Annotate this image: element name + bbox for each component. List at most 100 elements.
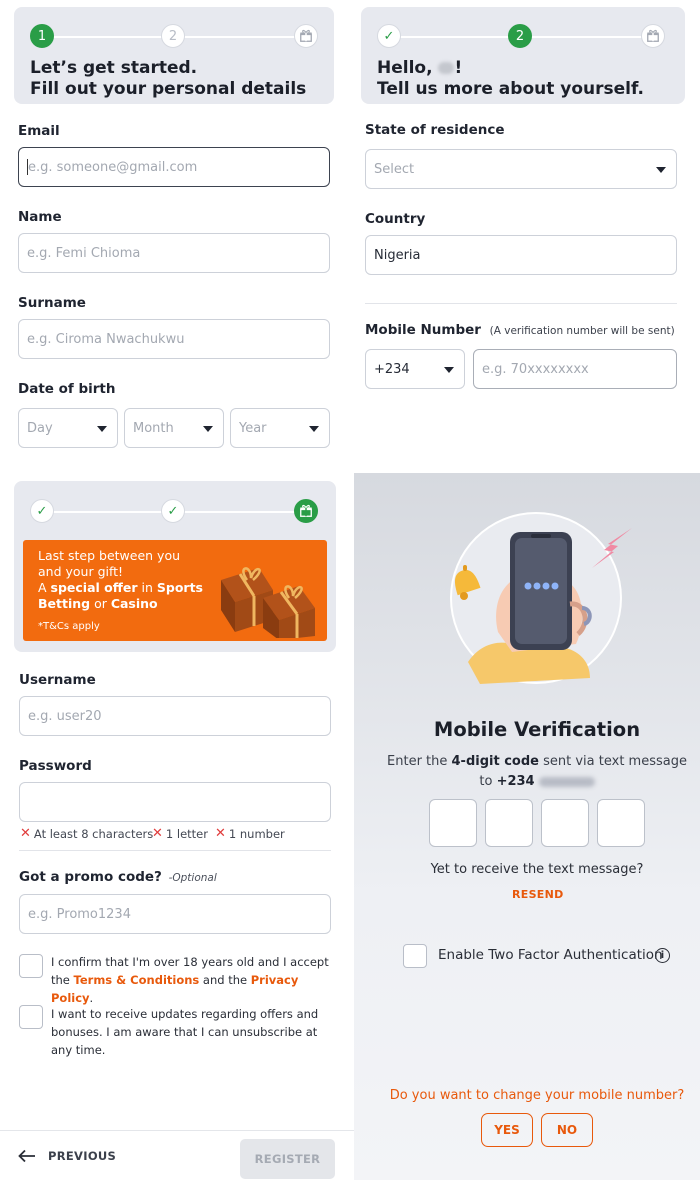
country-label: Country bbox=[365, 211, 426, 227]
divider bbox=[19, 850, 331, 851]
description-part: Enter the bbox=[387, 754, 452, 769]
otp-digit-1[interactable] bbox=[429, 799, 477, 847]
two-factor-checkbox[interactable] bbox=[403, 944, 427, 968]
optional-tag: -Optional bbox=[168, 872, 217, 884]
dob-label: Date of birth bbox=[18, 381, 116, 397]
close-icon: ✕ bbox=[20, 826, 31, 841]
greeting-prefix: Hello, bbox=[377, 58, 439, 78]
previous-button[interactable]: PREVIOUS bbox=[18, 1144, 116, 1168]
step2-title-line1: Hello, ! bbox=[377, 58, 644, 79]
rule-text: At least 8 characters bbox=[33, 826, 154, 841]
country-code-select[interactable]: +234 bbox=[365, 349, 465, 389]
register-button[interactable]: REGISTER bbox=[240, 1139, 335, 1179]
state-select[interactable]: Select bbox=[365, 149, 677, 189]
step1-indicator-2: 2 bbox=[161, 24, 185, 48]
info-icon[interactable]: i bbox=[655, 948, 670, 963]
greeting-suffix: ! bbox=[454, 58, 463, 78]
email-field[interactable]: e.g. someone@gmail.com bbox=[18, 147, 330, 187]
country-field[interactable]: Nigeria bbox=[365, 235, 677, 275]
bell-icon bbox=[454, 565, 481, 600]
password-rule-length: ✕ At least 8 characters bbox=[20, 826, 153, 841]
state-value: Select bbox=[374, 161, 415, 177]
country-code-value: +234 bbox=[374, 361, 410, 377]
verification-title: Mobile Verification bbox=[433, 718, 641, 741]
otp-digit-4[interactable] bbox=[597, 799, 645, 847]
password-label: Password bbox=[19, 758, 92, 774]
password-rule-number: ✕ 1 number bbox=[215, 826, 285, 841]
close-icon: ✕ bbox=[152, 826, 163, 841]
promo-code-label: Got a promo code? -Optional bbox=[19, 869, 217, 885]
chevron-down-icon bbox=[203, 426, 213, 432]
updates-checkbox[interactable] bbox=[19, 1005, 43, 1029]
surname-label: Surname bbox=[18, 295, 86, 311]
promo-tcs: *T&Cs apply bbox=[38, 621, 100, 632]
surname-field[interactable]: e.g. Ciroma Nwachukwu bbox=[18, 319, 330, 359]
promo-text-part: Sports bbox=[156, 580, 203, 595]
promo-text-part: Betting bbox=[38, 596, 91, 611]
step-number: 1 bbox=[37, 28, 47, 44]
phone-prefix: +234 bbox=[496, 774, 535, 789]
bottom-nav-bar: PREVIOUS REGISTER bbox=[0, 1130, 354, 1180]
promo-code-field[interactable]: e.g. Promo1234 bbox=[19, 894, 331, 934]
step1-indicator-1: 1 bbox=[30, 24, 54, 48]
age-terms-checkbox[interactable] bbox=[19, 954, 43, 978]
description-line1: Enter the 4-digit code sent via text mes… bbox=[354, 752, 700, 772]
description-line2: to +234 bbox=[354, 772, 700, 792]
step1-title-line2: Fill out your personal details bbox=[30, 79, 307, 99]
username-placeholder: e.g. user20 bbox=[28, 708, 102, 724]
year-select[interactable]: Year bbox=[230, 408, 330, 448]
rule-text: 1 letter bbox=[165, 826, 208, 841]
text-cursor bbox=[27, 159, 28, 175]
password-rule-letter: ✕ 1 letter bbox=[152, 826, 208, 841]
terms-link[interactable]: Terms & Conditions bbox=[74, 973, 200, 987]
day-value: Day bbox=[27, 420, 53, 436]
resend-link[interactable]: RESEND bbox=[512, 888, 564, 901]
yes-button[interactable]: YES bbox=[481, 1113, 533, 1147]
step-number: 2 bbox=[168, 28, 178, 44]
promo-code-label-text: Got a promo code? bbox=[19, 869, 162, 885]
age-terms-text: I confirm that I'm over 18 years old and… bbox=[51, 953, 336, 1007]
year-value: Year bbox=[239, 420, 267, 436]
promo-line4: Betting or Casino bbox=[38, 596, 203, 612]
chevron-down-icon bbox=[97, 426, 107, 432]
description-part: to bbox=[479, 774, 497, 789]
check-icon: ✓ bbox=[161, 499, 185, 523]
day-select[interactable]: Day bbox=[18, 408, 118, 448]
username-field[interactable]: e.g. user20 bbox=[19, 696, 331, 736]
surname-placeholder: e.g. Ciroma Nwachukwu bbox=[27, 331, 185, 347]
no-label: NO bbox=[556, 1123, 578, 1137]
rule-text: 1 number bbox=[228, 826, 285, 841]
mobile-hint: (A verification number will be sent) bbox=[489, 325, 675, 337]
terms-text-part: and the bbox=[199, 973, 251, 987]
previous-label: PREVIOUS bbox=[48, 1149, 117, 1163]
state-label: State of residence bbox=[365, 122, 505, 138]
step1-title-line1: Let’s get started. bbox=[30, 58, 198, 78]
otp-digit-3[interactable] bbox=[541, 799, 589, 847]
chevron-down-icon bbox=[309, 426, 319, 432]
promo-text-part: Casino bbox=[110, 596, 158, 611]
check-icon: ✓ bbox=[30, 499, 54, 523]
gift-icon bbox=[641, 24, 665, 48]
updates-text: I want to receive updates regarding offe… bbox=[51, 1007, 319, 1057]
promo-text-part: or bbox=[90, 596, 111, 611]
name-field[interactable]: e.g. Femi Chioma bbox=[18, 233, 330, 273]
mobile-number-field[interactable]: e.g. 70xxxxxxxx bbox=[473, 349, 677, 389]
month-select[interactable]: Month bbox=[124, 408, 224, 448]
otp-digit-2[interactable] bbox=[485, 799, 533, 847]
email-label: Email bbox=[18, 123, 60, 139]
gift-icon bbox=[294, 24, 318, 48]
description-part: sent via text message bbox=[538, 754, 687, 769]
chevron-down-icon bbox=[656, 167, 666, 173]
gift-icon bbox=[294, 499, 318, 523]
password-field[interactable] bbox=[19, 782, 331, 822]
promo-banner: Last step between you and your gift! A s… bbox=[23, 540, 327, 641]
chevron-down-icon bbox=[444, 367, 454, 373]
change-number-text: Do you want to change your mobile number… bbox=[389, 1088, 685, 1103]
email-placeholder: e.g. someone@gmail.com bbox=[28, 159, 198, 175]
name-label: Name bbox=[18, 209, 62, 225]
lightning-icon bbox=[592, 528, 632, 568]
no-button[interactable]: NO bbox=[541, 1113, 593, 1147]
promo-line1: Last step between you bbox=[38, 548, 181, 563]
step2-title-line2: Tell us more about yourself. bbox=[377, 79, 644, 99]
step1-title: Let’s get started. Fill out your persona… bbox=[30, 58, 306, 100]
